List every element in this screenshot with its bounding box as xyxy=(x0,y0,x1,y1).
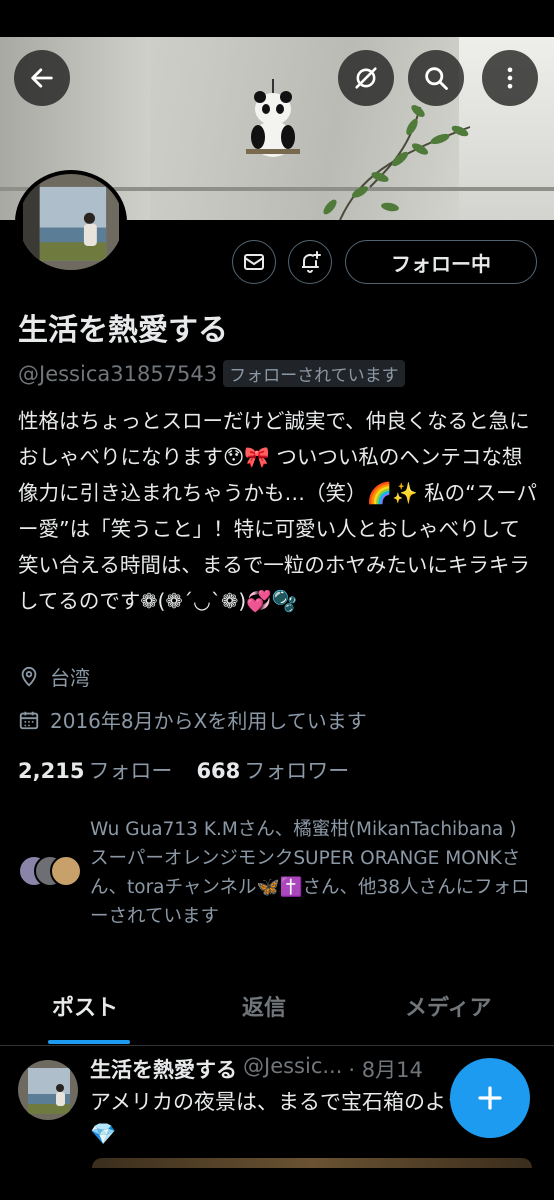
following-label: フォロー xyxy=(88,759,173,783)
envelope-icon xyxy=(244,254,264,270)
grok-icon xyxy=(355,67,377,89)
post-avatar-photo xyxy=(18,1060,78,1120)
plus-icon xyxy=(478,1086,502,1110)
tab-media[interactable]: メディア xyxy=(405,990,491,1022)
post-date: · 8月14 xyxy=(348,1058,423,1082)
post-text: アメリカの夜景は、まるで宝石箱のよう🌃💎 xyxy=(90,1090,494,1146)
profile-bio: 性格はちょっとスローだけど誠実で、仲良くなると急におしゃべりになります😯🎀 つい… xyxy=(18,409,537,613)
following-count: 2,215 xyxy=(18,759,85,783)
profile-tabs: ポスト 返信 メディア xyxy=(0,990,554,1045)
post-author-avatar[interactable] xyxy=(18,1060,78,1120)
known-followers-avatars xyxy=(18,855,86,891)
joined-text: 2016年8月からXを利用しています xyxy=(50,709,367,733)
post-author-handle: @Jessic... xyxy=(243,1054,343,1078)
search-icon xyxy=(425,67,448,90)
followers-count: 668 xyxy=(196,759,241,783)
tabs-divider xyxy=(0,1045,554,1046)
search-button[interactable] xyxy=(408,50,464,106)
user-handle: @Jessica31857543 xyxy=(18,361,218,386)
plant-branches xyxy=(323,105,471,220)
notify-button[interactable] xyxy=(288,240,332,284)
location-row: 台湾 xyxy=(18,662,90,691)
follow-counts: 2,215 フォロー 668 フォロワー xyxy=(18,755,349,785)
follows-you-badge: フォローされています xyxy=(223,360,405,387)
post-media-preview[interactable] xyxy=(92,1158,532,1168)
panda-figure xyxy=(246,79,300,157)
avatar-photo xyxy=(23,174,119,270)
calendar-icon xyxy=(19,711,39,729)
following-button[interactable]: フォロー中 xyxy=(345,240,537,284)
following-count-link[interactable]: 2,215 フォロー xyxy=(18,755,172,785)
followers-label: フォロワー xyxy=(244,759,350,783)
display-name: 生活を熱愛する xyxy=(18,313,228,348)
tab-posts[interactable]: ポスト xyxy=(52,990,118,1022)
post-header: 生活を熱愛する @Jessic... · 8月14 xyxy=(90,1054,423,1084)
followers-count-link[interactable]: 668 フォロワー xyxy=(196,755,349,785)
handle-row: @Jessica31857543 フォローされています xyxy=(18,360,405,387)
location-text: 台湾 xyxy=(50,666,90,690)
joined-row: 2016年8月からXを利用しています xyxy=(18,705,367,734)
message-button[interactable] xyxy=(232,240,276,284)
profile-avatar[interactable] xyxy=(15,170,127,274)
more-button[interactable] xyxy=(482,50,538,106)
tab-replies[interactable]: 返信 xyxy=(242,990,286,1022)
known-followers[interactable]: Wu Gua713 K.Mさん、橘蜜柑(MikanTachibana )スーパー… xyxy=(18,815,538,931)
compose-button[interactable] xyxy=(450,1058,530,1138)
post-author-name: 生活を熱愛する xyxy=(90,1058,237,1082)
active-tab-indicator xyxy=(48,1040,130,1044)
known-followers-text: Wu Gua713 K.Mさん、橘蜜柑(MikanTachibana )スーパー… xyxy=(90,819,530,927)
avatar xyxy=(50,855,82,887)
grok-button[interactable] xyxy=(338,50,394,106)
back-button[interactable] xyxy=(14,50,70,106)
back-arrow-icon xyxy=(31,68,53,88)
location-pin-icon xyxy=(21,666,37,687)
more-vertical-icon xyxy=(507,67,513,89)
bell-plus-icon xyxy=(302,251,321,273)
